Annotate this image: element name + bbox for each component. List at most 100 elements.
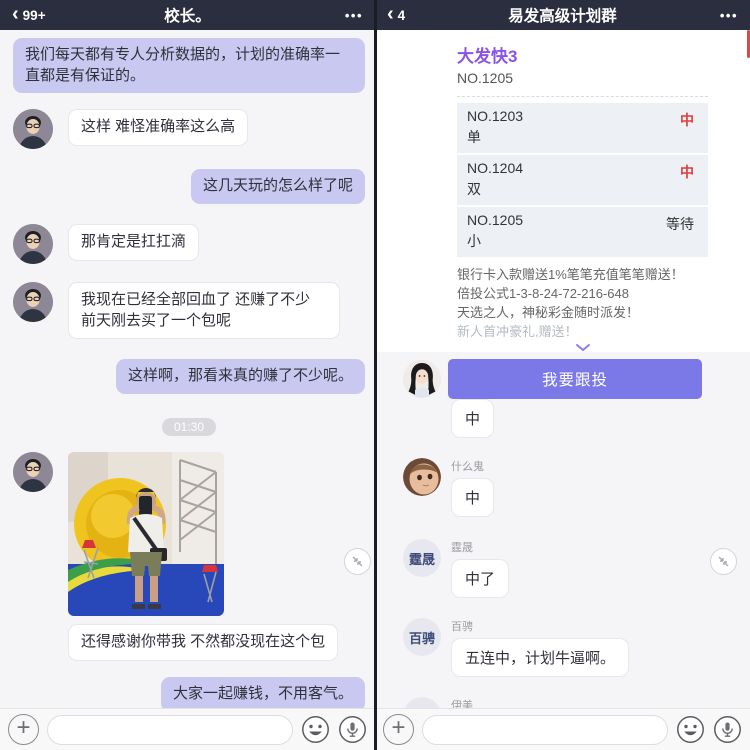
message-timestamp: 01:30	[161, 418, 217, 437]
row-issue-number: NO.1205	[467, 212, 524, 228]
member-avatar[interactable]	[403, 360, 441, 398]
collapse-arrows-icon	[718, 556, 729, 567]
smiley-icon	[302, 716, 329, 743]
lottery-plan-card: 大发快3 NO.1205 NO.1203 单中 NO.1204 双中 NO.1205 小等…	[375, 30, 750, 399]
attach-plus-button[interactable]: +	[8, 714, 39, 745]
member-name: 伊美	[451, 700, 473, 708]
right-chat-header: ‹ 4 易发高级计划群 •••	[375, 0, 750, 30]
promo-text-block: 银行卡入款赠送1%笔笔充值笔笔赠送！ 倍投公式1-3-8-24-72-216-64…	[457, 265, 708, 341]
received-message-row: 我现在已经全部回血了 还赚了不少 前天刚去买了一个包呢	[13, 282, 365, 340]
contact-avatar[interactable]	[13, 109, 53, 150]
chevron-down-icon	[575, 344, 590, 352]
message-body: 什么鬼中	[451, 458, 495, 517]
photo-message[interactable]	[68, 452, 224, 617]
row-issue-number: NO.1204	[467, 160, 524, 176]
member-avatar[interactable]: 百骋	[403, 618, 441, 656]
message-body: 百骋五连中，计划牛逼啊。	[451, 618, 630, 677]
left-chat-header: ‹ 99+ 校长。 •••	[0, 0, 375, 30]
group-title: 易发高级计划群	[508, 8, 617, 25]
emoji-button[interactable]	[676, 715, 705, 744]
dual-chat-screenshot: ‹ 99+ 校长。 ••• 我们每天都有专人分析数据的，计划的准确率一直都是有保…	[0, 0, 750, 750]
group-message-bubble: 五连中，计划牛逼啊。	[451, 638, 630, 677]
game-title: 大发快3	[457, 47, 518, 66]
unread-count: 99+	[22, 7, 46, 23]
row-result: 中	[680, 112, 694, 128]
row-pick: 双	[467, 181, 481, 197]
promo-line: 银行卡入款赠送1%笔笔充值笔笔赠送！	[457, 267, 684, 282]
received-message-row: 还得感谢你带我 不然都没现在这个包	[13, 624, 365, 661]
promo-line: 倍投公式1-3-8-24-72-216-648	[457, 286, 629, 301]
promo-line: 天选之人，神秘彩金随时派发！	[457, 305, 640, 320]
collapse-float-button[interactable]	[710, 548, 737, 575]
more-menu-button[interactable]: •••	[345, 8, 363, 23]
contact-avatar[interactable]	[13, 282, 53, 323]
collapse-float-button[interactable]	[344, 548, 371, 575]
sent-message-row: 这几天玩的怎么样了呢	[13, 169, 365, 205]
microphone-icon	[714, 716, 741, 743]
received-message-row: 那肯定是扛扛滴	[13, 224, 365, 265]
member-avatar[interactable]: 霆晟	[403, 539, 441, 577]
more-menu-button[interactable]: •••	[720, 8, 738, 23]
group-message-list: 黄金代理说好的幸福呢中 什么鬼中霆晟霆晟中了百骋百骋五连中，计划牛逼啊。伊美伊美…	[375, 352, 750, 708]
sent-message-bubble: 大家一起赚钱，不用客气。	[160, 676, 365, 708]
row-issue-number: NO.1203	[467, 108, 524, 124]
unread-count: 4	[397, 7, 406, 23]
sent-message-row: 我们每天都有专人分析数据的，计划的准确率一直都是有保证的。	[13, 38, 365, 94]
collapse-arrows-icon	[352, 556, 363, 567]
left-input-bar: +	[0, 708, 375, 750]
received-message-bubble: 还得感谢你带我 不然都没现在这个包	[68, 624, 339, 661]
member-name: 百骋	[451, 621, 473, 633]
contact-avatar[interactable]	[13, 224, 53, 265]
emoji-button[interactable]	[301, 715, 330, 744]
microphone-icon	[339, 716, 366, 743]
received-message-bubble: 我现在已经全部回血了 还赚了不少 前天刚去买了一个包呢	[68, 282, 340, 340]
back-button[interactable]: ‹ 99+	[12, 3, 46, 27]
voice-button[interactable]	[713, 715, 742, 744]
plan-results-table: NO.1203 单中 NO.1204 双中 NO.1205 小等待	[457, 103, 708, 257]
message-input[interactable]	[47, 714, 293, 745]
sent-message-row: 这样啊，那看来真的赚了不少呢。	[13, 359, 365, 395]
group-message-row: 霆晟 霆晟 中了	[403, 539, 738, 598]
received-message-bubble: 那肯定是扛扛滴	[68, 224, 200, 261]
member-avatar[interactable]: 伊美	[403, 697, 441, 708]
current-issue-number: NO.1205	[457, 70, 514, 86]
row-result: 中	[680, 164, 694, 180]
left-message-list: 我们每天都有专人分析数据的，计划的准确率一直都是有保证的。 这样 难怪准确率这么…	[0, 30, 375, 708]
message-input[interactable]	[422, 714, 668, 745]
group-message-row: 伊美伊美厉害厉害	[403, 697, 738, 708]
follow-bet-button[interactable]: 我要跟投	[448, 359, 702, 399]
smiley-icon	[677, 716, 704, 743]
member-avatar[interactable]	[403, 458, 441, 496]
back-chevron-icon: ‹	[387, 3, 394, 25]
message-body: 伊美厉害厉害	[451, 697, 539, 708]
plan-result-row: NO.1204 双 中	[457, 155, 708, 205]
panel-divider	[374, 0, 377, 750]
timestamp-row: 01:30	[13, 418, 365, 437]
attach-plus-button[interactable]: +	[383, 714, 414, 745]
voice-button[interactable]	[338, 715, 367, 744]
photo-message-row	[13, 452, 365, 617]
contact-avatar[interactable]	[13, 452, 53, 493]
group-message-row: 什么鬼中	[403, 458, 738, 517]
expand-promo-button[interactable]	[457, 343, 708, 352]
member-name: 霆晟	[451, 542, 473, 554]
right-input-bar: +	[375, 708, 750, 750]
sent-message-bubble: 我们每天都有专人分析数据的，计划的准确率一直都是有保证的。	[13, 38, 365, 94]
row-pick: 单	[467, 129, 481, 145]
chat-title: 校长。	[164, 8, 211, 25]
group-message-bubble: 中	[451, 399, 495, 438]
group-chat-panel: ‹ 4 易发高级计划群 ••• 大发快3 NO.1205 NO.1203 单中 NO…	[375, 0, 750, 750]
group-message-row: 百骋 百骋 五连中，计划牛逼啊。	[403, 618, 738, 677]
group-message-bubble: 中了	[451, 559, 510, 598]
message-body: 霆晟 中了	[451, 539, 510, 598]
row-pick: 小	[467, 233, 481, 249]
back-chevron-icon: ‹	[12, 3, 19, 25]
sent-message-bubble: 这样啊，那看来真的赚了不少呢。	[115, 359, 365, 395]
received-message-row: 这样 难怪准确率这么高	[13, 109, 365, 150]
dashed-divider	[457, 96, 708, 97]
row-result: 等待	[666, 216, 694, 232]
received-message-bubble: 这样 难怪准确率这么高	[68, 109, 249, 147]
sent-message-bubble: 这几天玩的怎么样了呢	[190, 169, 365, 205]
back-button[interactable]: ‹ 4	[387, 3, 405, 27]
private-chat-panel: ‹ 99+ 校长。 ••• 我们每天都有专人分析数据的，计划的准确率一直都是有保…	[0, 0, 375, 750]
